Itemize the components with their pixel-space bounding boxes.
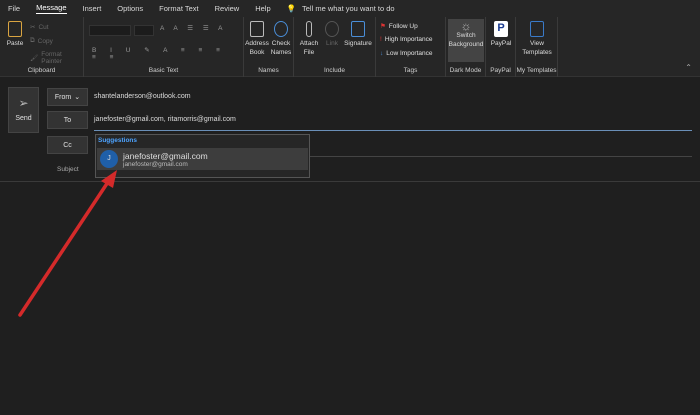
red-arrow-annotation [18, 170, 117, 317]
